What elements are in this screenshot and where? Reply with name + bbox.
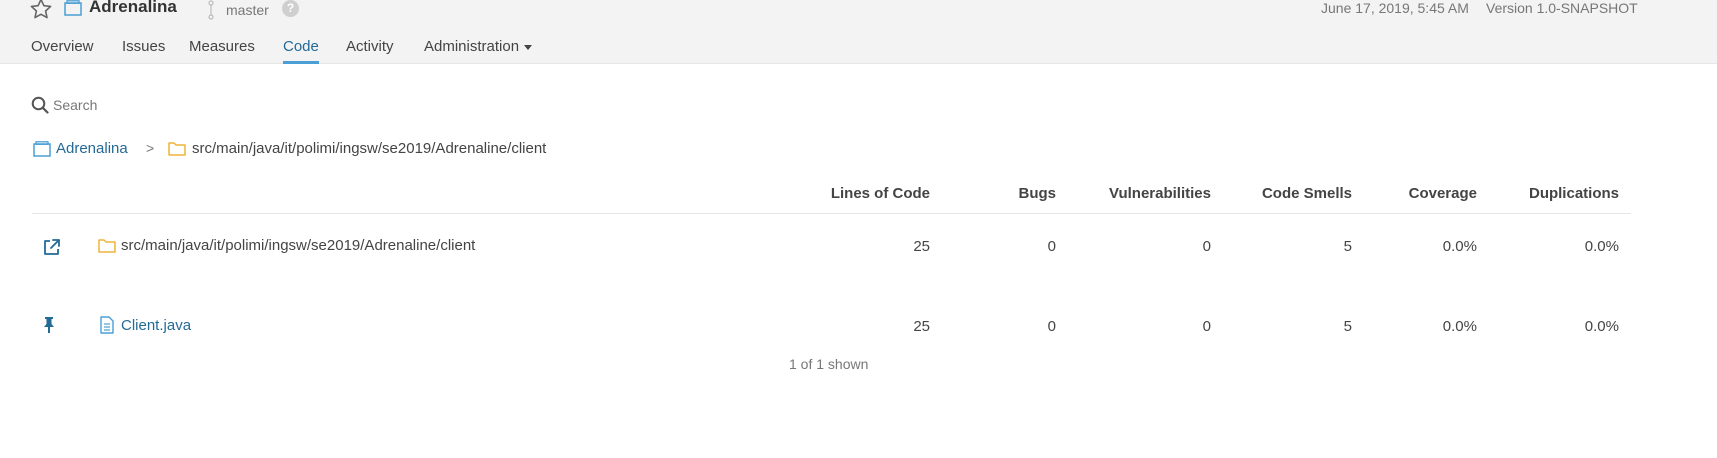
tab-overview[interactable]: Overview — [31, 38, 94, 62]
search-input[interactable] — [53, 94, 313, 116]
pin-icon[interactable] — [42, 316, 56, 334]
help-icon[interactable]: ? — [282, 0, 299, 17]
project-icon — [64, 0, 82, 16]
column-vulnerabilities[interactable]: Vulnerabilities — [1060, 185, 1211, 202]
project-header: Adrenalina master ? June 17, 2019, 5:45 … — [0, 0, 1717, 64]
cell-lines-of-code[interactable]: 25 — [830, 238, 930, 255]
file-icon — [100, 316, 114, 334]
column-coverage[interactable]: Coverage — [1360, 185, 1477, 202]
project-name[interactable]: Adrenalina — [89, 0, 177, 17]
breadcrumb-project-link[interactable]: Adrenalina — [56, 140, 128, 157]
search-icon — [31, 96, 49, 114]
breadcrumb-path: src/main/java/it/polimi/ingsw/se2019/Adr… — [192, 140, 547, 157]
code-search — [31, 94, 331, 118]
favorite-star-icon[interactable] — [29, 0, 53, 21]
analysis-date: June 17, 2019, 5:45 AM — [1321, 0, 1469, 16]
tab-issues[interactable]: Issues — [122, 38, 165, 62]
cell-lines-of-code[interactable]: 25 — [830, 318, 930, 335]
results-count: 1 of 1 shown — [789, 356, 869, 372]
cell-duplications[interactable]: 0.0% — [1519, 318, 1619, 335]
cell-coverage[interactable]: 0.0% — [1377, 238, 1477, 255]
table-header-divider — [32, 213, 1631, 214]
column-lines-of-code[interactable]: Lines of Code — [780, 185, 930, 202]
column-bugs[interactable]: Bugs — [940, 185, 1057, 202]
row-name[interactable]: Client.java — [121, 317, 191, 334]
cell-code-smells[interactable]: 5 — [1252, 318, 1352, 335]
tab-administration-label: Administration — [424, 38, 520, 55]
cell-vulnerabilities[interactable]: 0 — [1111, 238, 1211, 255]
row-name[interactable]: src/main/java/it/polimi/ingsw/se2019/Adr… — [121, 237, 475, 254]
cell-bugs[interactable]: 0 — [956, 318, 1056, 335]
cell-duplications[interactable]: 0.0% — [1519, 238, 1619, 255]
branch-icon — [208, 0, 214, 20]
tab-measures[interactable]: Measures — [189, 38, 255, 62]
tab-code[interactable]: Code — [283, 38, 319, 64]
tab-administration[interactable]: Administration — [424, 38, 533, 62]
cell-coverage[interactable]: 0.0% — [1377, 318, 1477, 335]
project-version: Version 1.0-SNAPSHOT — [1486, 0, 1638, 16]
folder-icon — [98, 239, 116, 253]
cell-bugs[interactable]: 0 — [956, 238, 1056, 255]
branch-name[interactable]: master — [226, 2, 269, 18]
external-link-icon[interactable] — [42, 238, 62, 256]
tab-activity[interactable]: Activity — [346, 38, 394, 62]
chevron-down-icon — [524, 44, 533, 50]
folder-icon — [168, 142, 186, 156]
project-icon — [33, 141, 51, 157]
cell-code-smells[interactable]: 5 — [1252, 238, 1352, 255]
column-code-smells[interactable]: Code Smells — [1215, 185, 1352, 202]
column-duplications[interactable]: Duplications — [1480, 185, 1619, 202]
cell-vulnerabilities[interactable]: 0 — [1111, 318, 1211, 335]
breadcrumb-separator: > — [146, 140, 155, 156]
